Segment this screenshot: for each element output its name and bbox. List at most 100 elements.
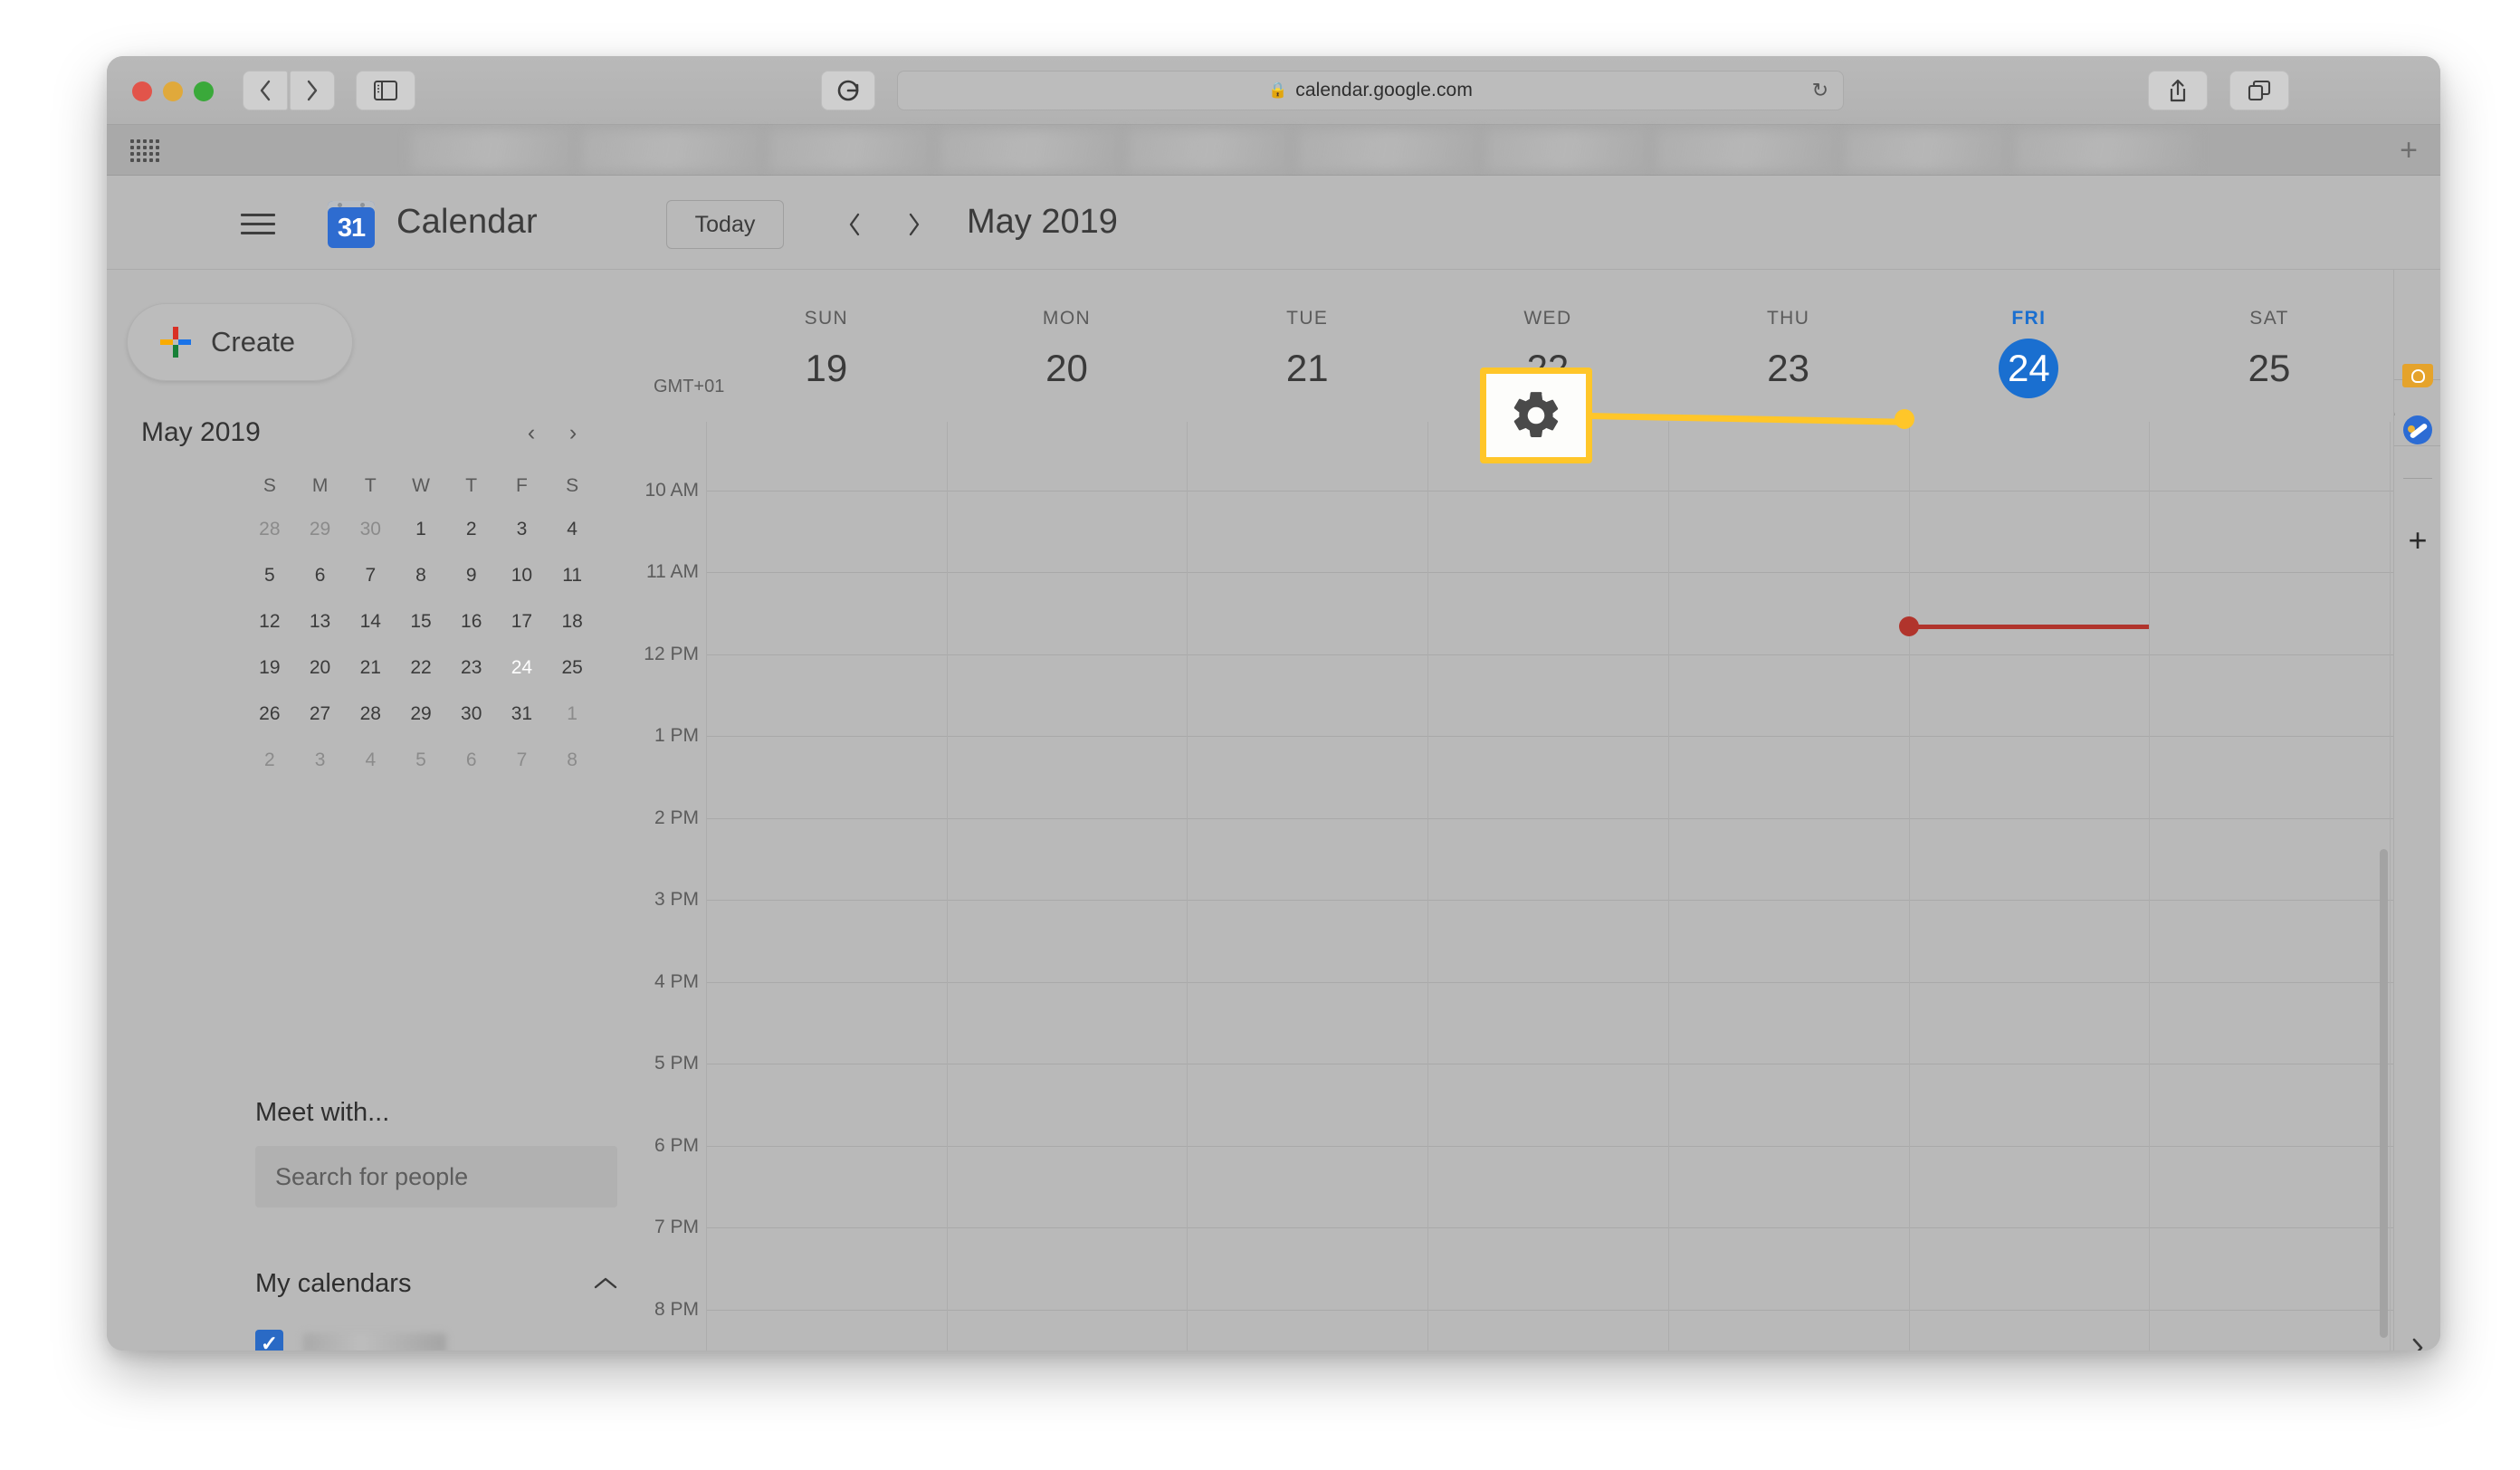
previous-period-button[interactable] [831,201,878,248]
browser-tab[interactable] [1486,130,1649,170]
mini-calendar-day[interactable]: 4 [345,742,396,778]
day-header-date[interactable]: 23 [1668,339,1909,398]
browser-tab[interactable] [940,130,1121,170]
gear-icon [1508,387,1564,444]
day-header-date[interactable]: 20 [947,339,1188,398]
mini-calendar-day[interactable]: 6 [446,742,497,778]
browser-tab[interactable] [1656,130,1838,170]
browser-tab[interactable] [581,130,762,170]
browser-back-button[interactable] [243,71,288,110]
mini-calendar-day[interactable]: 25 [547,650,597,686]
mini-calendar-day[interactable]: 6 [295,558,346,594]
calendar-checkbox[interactable]: ✓ [255,1330,283,1351]
mini-calendar-day[interactable]: 18 [547,604,597,640]
day-column-divider [2149,422,2150,1351]
reload-icon[interactable]: ↻ [1812,79,1828,102]
browser-tab[interactable] [1298,130,1479,170]
next-period-button[interactable] [891,201,938,248]
mini-calendar-day[interactable]: 1 [396,511,446,548]
mini-calendar-day[interactable]: 26 [244,696,295,732]
window-maximize-button[interactable] [194,81,214,101]
mini-calendar-day[interactable]: 3 [295,742,346,778]
day-header-date[interactable]: 24 [1909,339,2150,398]
day-header[interactable]: MON20 [947,270,1188,398]
day-header[interactable]: TUE21 [1187,270,1427,398]
mini-calendar-selected-day[interactable]: 24 [497,650,548,686]
mini-calendar-day[interactable]: 5 [396,742,446,778]
day-header-date[interactable]: 19 [706,339,947,398]
callout-highlighted-gear[interactable] [1480,368,1592,463]
mini-calendar-day[interactable]: 29 [295,511,346,548]
mini-calendar-day[interactable]: 10 [497,558,548,594]
hamburger-menu-icon[interactable] [241,214,275,234]
tasks-icon[interactable] [2399,411,2437,449]
browser-tab-overview-button[interactable] [2229,71,2289,110]
day-header[interactable]: SAT25 [2149,270,2390,398]
mini-calendar-day[interactable]: 28 [244,511,295,548]
calendar-list-item[interactable]: ✓ [255,1318,617,1351]
mini-calendar-day[interactable]: 7 [497,742,548,778]
mini-calendar-day[interactable]: 8 [547,742,597,778]
chevron-up-icon[interactable] [594,1276,617,1291]
mini-calendar-day[interactable]: 15 [396,604,446,640]
mini-calendar-day[interactable]: 19 [244,650,295,686]
browser-share-button[interactable] [2148,71,2208,110]
search-for-people-input[interactable]: Search for people [255,1146,617,1208]
time-grid[interactable]: 9 AM10 AM11 AM12 PM1 PM2 PM3 PM4 PM5 PM6… [628,422,2393,1351]
browser-sidebar-toggle-button[interactable] [356,71,415,110]
mini-calendar-day[interactable]: 2 [244,742,295,778]
create-event-button[interactable]: Create [127,303,353,381]
mini-calendar-next-button[interactable]: › [552,420,594,446]
browser-extension-button[interactable] [821,71,875,110]
mini-calendar-day[interactable]: 14 [345,604,396,640]
mini-calendar-day[interactable]: 13 [295,604,346,640]
day-header-date[interactable]: 21 [1187,339,1427,398]
mini-calendar-day[interactable]: 17 [497,604,548,640]
my-calendars-header[interactable]: My calendars [255,1264,617,1303]
browser-tab[interactable] [1128,130,1291,170]
day-header[interactable]: SUN19 [706,270,947,398]
mini-calendar-day[interactable]: 9 [446,558,497,594]
mini-calendar-day[interactable]: 30 [446,696,497,732]
mini-calendar-day[interactable]: 3 [497,511,548,548]
favorites-grid-icon[interactable] [130,139,152,161]
day-header[interactable]: THU23 [1668,270,1909,398]
mini-calendar-day[interactable]: 1 [547,696,597,732]
expand-panel-button[interactable] [2399,1329,2437,1351]
keep-icon[interactable] [2399,357,2437,395]
window-minimize-button[interactable] [163,81,183,101]
new-tab-button[interactable]: + [2377,125,2440,176]
mini-calendar-day[interactable]: 28 [345,696,396,732]
browser-address-bar[interactable]: 🔒 calendar.google.com ↻ [897,71,1844,110]
mini-calendar-day[interactable]: 16 [446,604,497,640]
mini-calendar-day[interactable]: 20 [295,650,346,686]
vertical-scrollbar[interactable] [2380,849,2388,1338]
mini-calendar-day[interactable]: 12 [244,604,295,640]
browser-tab[interactable] [1845,130,2008,170]
mini-calendar-day-number: 2 [466,519,477,539]
mini-calendar-day[interactable]: 5 [244,558,295,594]
add-addon-button[interactable]: + [2399,521,2437,559]
browser-tab[interactable] [769,130,932,170]
mini-calendar-day[interactable]: 30 [345,511,396,548]
mini-calendar-day[interactable]: 21 [345,650,396,686]
mini-calendar-day[interactable]: 7 [345,558,396,594]
mini-calendar-day[interactable]: 8 [396,558,446,594]
mini-calendar-day[interactable]: 29 [396,696,446,732]
mini-calendar-prev-button[interactable]: ‹ [511,420,552,446]
mini-calendar-day[interactable]: 4 [547,511,597,548]
browser-forward-button[interactable] [290,71,335,110]
mini-calendar-day[interactable]: 23 [446,650,497,686]
mini-calendar-day[interactable]: 27 [295,696,346,732]
day-header-date[interactable]: 25 [2149,339,2390,398]
mini-calendar-day[interactable]: 31 [497,696,548,732]
mini-calendar-day[interactable]: 2 [446,511,497,548]
mini-calendar-day[interactable]: 22 [396,650,446,686]
day-header[interactable]: FRI24 [1909,270,2150,398]
browser-tab[interactable] [2015,130,2196,170]
current-time-line [1909,625,2150,629]
window-close-button[interactable] [132,81,152,101]
today-button[interactable]: Today [666,200,784,249]
mini-calendar-day[interactable]: 11 [547,558,597,594]
browser-tab[interactable] [411,130,574,170]
